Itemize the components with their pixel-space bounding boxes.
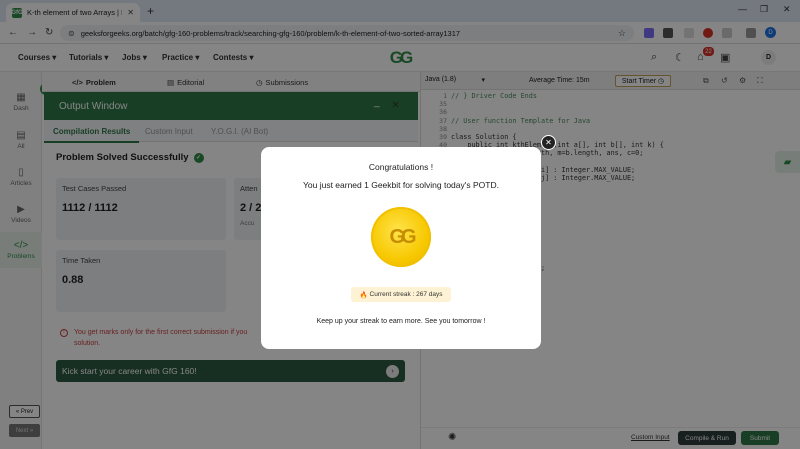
geekbit-coin-icon: GG [371,207,431,267]
fire-icon: 🔥 [359,291,368,299]
streak-badge: 🔥 Current streak : 267 days [351,287,451,302]
congratulations-modal: Congratulations ! You just earned 1 Geek… [261,147,541,349]
modal-title: Congratulations ! [368,162,434,172]
close-modal-icon[interactable]: ✕ [541,135,556,150]
modal-message: You just earned 1 Geekbit for solving to… [303,180,499,190]
modal-footer-text: Keep up your streak to earn more. See yo… [316,318,486,325]
